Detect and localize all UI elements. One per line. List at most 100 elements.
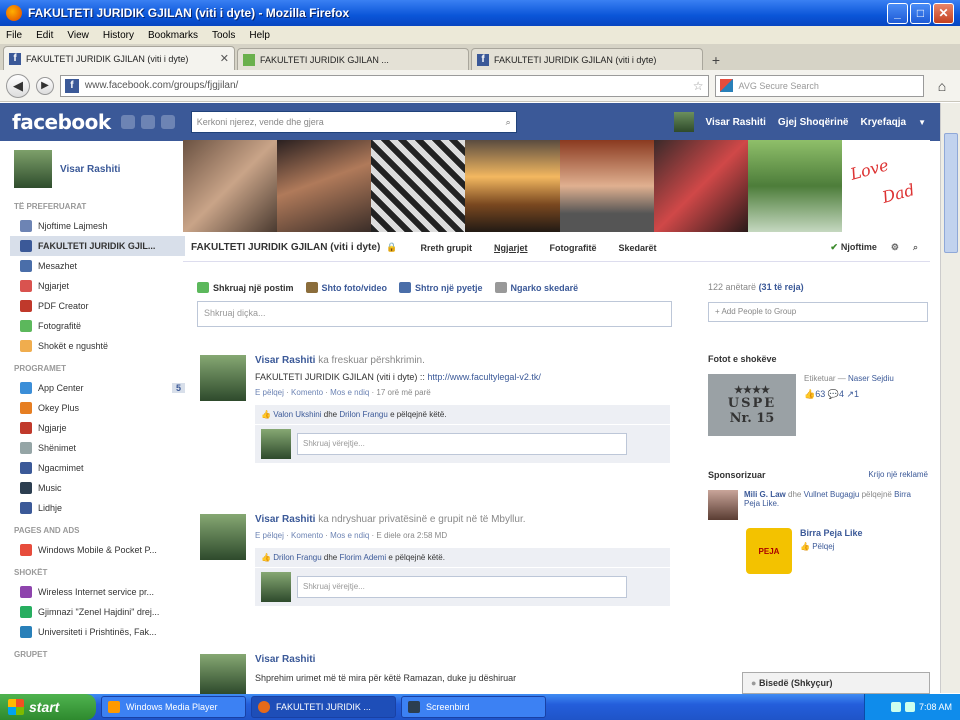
sidebar-item-app[interactable]: Okey Plus	[10, 398, 185, 418]
tray-icon[interactable]	[890, 702, 901, 712]
post-author[interactable]: Visar Rashiti	[255, 654, 315, 665]
sidebar-item-favorite[interactable]: Shokët e ngushtë	[10, 336, 185, 356]
minimize-button[interactable]: _	[887, 2, 908, 24]
ad-friend-name[interactable]: Mili G. Law	[744, 490, 786, 499]
menu-help[interactable]: Help	[249, 30, 270, 41]
sidebar-item-friend-list[interactable]: Wireless Internet service pr...	[10, 582, 185, 602]
sidebar-item-favorite[interactable]: Ngjarjet	[10, 276, 185, 296]
tray-icon[interactable]	[904, 702, 915, 712]
maximize-button[interactable]: □	[910, 2, 931, 24]
clock[interactable]: 7:08 AM	[919, 702, 952, 712]
post-link[interactable]: http://www.facultylegal-v2.tk/	[427, 372, 541, 382]
chat-bar[interactable]: ● Bisedë (Shkyçur)	[742, 672, 930, 694]
sidebar-item-friend-list[interactable]: Universiteti i Prishtinës, Fak...	[10, 622, 185, 642]
scrollbar-thumb[interactable]	[944, 133, 958, 253]
taskbar-firefox[interactable]: FAKULTETI JURIDIK ...	[251, 696, 396, 718]
post-author[interactable]: Visar Rashiti	[255, 514, 315, 525]
menu-edit[interactable]: Edit	[36, 30, 53, 41]
sidebar-user-name[interactable]: Visar Rashiti	[60, 164, 120, 175]
liker-name[interactable]: Drilon Frangu	[339, 410, 387, 419]
composer-input[interactable]: Shkruaj diçka...	[197, 301, 672, 327]
like-link[interactable]: E pëlqej	[255, 531, 284, 540]
friend-requests-icon[interactable]	[120, 115, 135, 129]
sidebar-profile[interactable]: Visar Rashiti	[14, 150, 185, 188]
avatar[interactable]	[200, 355, 246, 401]
comment-link[interactable]: Komento	[291, 531, 323, 540]
sidebar-item-favorite[interactable]: Mesazhet	[10, 256, 185, 276]
create-ad-link[interactable]: Krijo një reklamë	[868, 470, 928, 480]
find-friends-link[interactable]: Gjej Shoqërinë	[778, 117, 849, 128]
friend-photo[interactable]: ★★★★ USPE Nr. 15	[708, 374, 796, 436]
tab-facebook-group-1[interactable]: f FAKULTETI JURIDIK GJILAN (viti i dyte)…	[3, 46, 235, 70]
settings-gear-icon[interactable]: ⚙	[891, 242, 899, 253]
post-time[interactable]: 17 orë më parë	[376, 388, 430, 397]
tab-files[interactable]: Skedarët	[608, 234, 668, 262]
tab-photos[interactable]: Fotografitë	[539, 234, 608, 262]
tab-events[interactable]: Ngjarjet	[483, 234, 539, 262]
group-cover-photo[interactable]: Love Dad	[183, 140, 930, 232]
menu-view[interactable]: View	[67, 30, 89, 41]
window-titlebar[interactable]: FAKULTETI JURIDIK GJILAN (viti i dyte) -…	[0, 0, 960, 26]
unfollow-link[interactable]: Mos e ndiq	[330, 531, 369, 540]
notifications-button[interactable]: ✔ Njoftime	[830, 242, 877, 253]
sidebar-item-app[interactable]: Ngacmimet	[10, 458, 185, 478]
post-time[interactable]: E diele ora 2:58 MD	[376, 531, 447, 540]
avatar[interactable]	[200, 514, 246, 560]
user-avatar[interactable]	[673, 112, 694, 132]
sidebar-item-favorite[interactable]: PDF Creator	[10, 296, 185, 316]
ad-other-name[interactable]: Vullnet Bugagju	[804, 490, 860, 499]
photo-shares[interactable]: 1	[854, 389, 859, 399]
birra-peja-logo[interactable]: PEJA	[746, 528, 792, 574]
sidebar-item-app[interactable]: Lidhje	[10, 498, 185, 518]
sidebar-item-app[interactable]: App Center 5	[10, 378, 185, 398]
liker-name[interactable]: Drilon Frangu	[273, 553, 321, 562]
avatar[interactable]	[200, 654, 246, 694]
liker-name[interactable]: Florim Ademi	[340, 553, 387, 562]
sidebar-item-page[interactable]: Windows Mobile & Pocket P...	[10, 540, 185, 560]
sidebar-item-app[interactable]: Ngjarje	[10, 418, 185, 438]
taskbar-media-player[interactable]: Windows Media Player	[101, 696, 246, 718]
tab-facebook-group-2[interactable]: FAKULTETI JURIDIK GJILAN ...	[237, 48, 469, 70]
new-tab-button[interactable]: +	[705, 50, 727, 70]
back-button[interactable]: ◀	[6, 73, 30, 98]
tab-about[interactable]: Rreth grupit	[410, 234, 484, 262]
unfollow-link[interactable]: Mos e ndiq	[330, 388, 369, 397]
page-scrollbar[interactable]	[940, 103, 960, 693]
facebook-search-input[interactable]: Kerkoni njerez, vende dhe gjera ⌕	[190, 111, 517, 133]
photo-likes[interactable]: 63	[815, 389, 825, 399]
menu-history[interactable]: History	[103, 30, 134, 41]
comment-input[interactable]: Shkruaj vërejtje...	[297, 576, 627, 598]
tab-close-icon[interactable]: ✕	[220, 52, 229, 65]
account-caret-icon[interactable]: ▼	[918, 118, 926, 127]
post-author[interactable]: Visar Rashiti	[255, 355, 315, 366]
ask-question-button[interactable]: Shtro një pyetje	[399, 282, 483, 293]
sidebar-item-favorite[interactable]: Njoftime Lajmesh	[10, 216, 185, 236]
avatar[interactable]	[708, 490, 738, 520]
sidebar-item-app[interactable]: Music	[10, 478, 185, 498]
start-button[interactable]: start	[0, 694, 96, 720]
menu-tools[interactable]: Tools	[212, 30, 235, 41]
group-search-icon[interactable]: ⌕	[913, 242, 918, 253]
sidebar-item-friend-list[interactable]: Gjimnazi "Zenel Hajdini" drej...	[10, 602, 185, 622]
home-link[interactable]: Kryefaqja	[861, 117, 907, 128]
members-new-link[interactable]: (31 të reja)	[759, 282, 804, 292]
group-name[interactable]: FAKULTETI JURIDIK GJILAN (viti i dyte)	[191, 242, 380, 253]
taskbar-screenbird[interactable]: Screenbird	[401, 696, 546, 718]
bookmark-star-icon[interactable]: ☆	[693, 79, 704, 93]
search-bar[interactable]: AVG Secure Search	[714, 74, 925, 97]
address-bar[interactable]: f www.facebook.com/groups/fjgjilan/ ☆	[59, 74, 709, 97]
add-people-input[interactable]: + Add People to Group	[708, 302, 928, 322]
add-photo-video-button[interactable]: Shto foto/video	[305, 282, 387, 293]
tab-facebook-group-3[interactable]: f FAKULTETI JURIDIK GJILAN (viti i dyte)	[471, 48, 703, 70]
search-icon[interactable]: ⌕	[506, 117, 511, 128]
ad-page-name[interactable]: Birra Peja Like	[800, 528, 863, 538]
notifications-icon[interactable]	[160, 115, 175, 129]
profile-link[interactable]: Visar Rashiti	[706, 117, 766, 128]
menu-file[interactable]: File	[6, 30, 22, 41]
ad-like-button[interactable]: 👍 Pëlqej	[800, 542, 863, 551]
sidebar-item-app[interactable]: Shënimet	[10, 438, 185, 458]
sidebar-item-favorite[interactable]: Fotografitë	[10, 316, 185, 336]
write-post-button[interactable]: Shkruaj një postim	[197, 282, 294, 293]
sidebar-item-favorite[interactable]: FAKULTETI JURIDIK GJIL...	[10, 236, 185, 256]
upload-file-button[interactable]: Ngarko skedarë	[494, 282, 578, 293]
